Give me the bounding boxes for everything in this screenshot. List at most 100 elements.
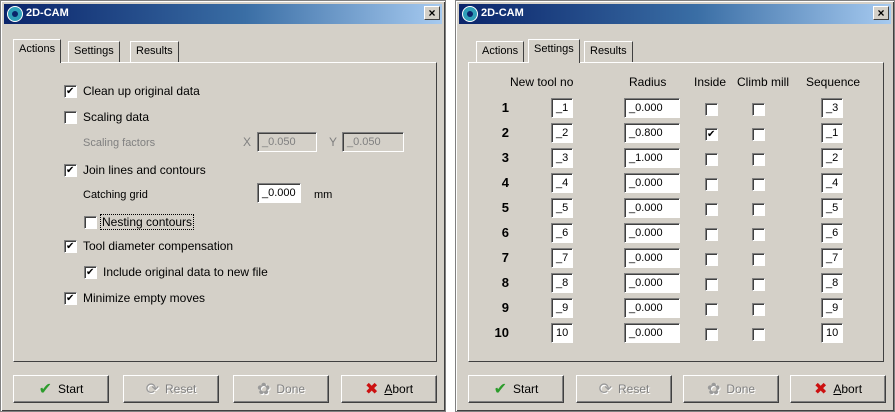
sequence-input[interactable]: _6 — [821, 223, 843, 243]
tool-no-input[interactable]: _7 — [551, 248, 573, 268]
sequence-input[interactable]: _5 — [821, 198, 843, 218]
sequence-input[interactable]: _4 — [821, 173, 843, 193]
climb-mill-checkbox[interactable] — [752, 303, 765, 316]
row-number: 9 — [501, 300, 509, 315]
radius-input[interactable]: _0.000 — [624, 198, 680, 218]
tool-no-input[interactable]: _3 — [551, 148, 573, 168]
header-new-tool-no: New tool no — [510, 75, 574, 89]
reset-button[interactable]: ⟳ Reset — [123, 375, 219, 403]
app-icon — [462, 6, 478, 22]
catching-grid-input[interactable]: _0.000 — [257, 183, 301, 203]
inside-checkbox[interactable] — [705, 228, 718, 241]
inside-checkbox[interactable] — [705, 328, 718, 341]
climb-mill-checkbox[interactable] — [752, 253, 765, 266]
clean-up-checkbox[interactable] — [64, 85, 77, 98]
tab-results[interactable]: Results — [584, 41, 633, 62]
abort-button[interactable]: ✖ Abort — [790, 375, 886, 403]
tool-comp-checkbox[interactable] — [64, 240, 77, 253]
inside-checkbox[interactable] — [705, 128, 718, 141]
radius-input[interactable]: _0.000 — [624, 223, 680, 243]
radius-input[interactable]: _0.000 — [624, 248, 680, 268]
start-button[interactable]: ✔ Start — [468, 375, 564, 403]
minimize-label: Minimize empty moves — [83, 291, 206, 305]
dialog-window-actions: 2D-CAM × Actions Settings Results Clean … — [0, 0, 446, 412]
minimize-checkbox[interactable] — [64, 292, 77, 305]
checkmark-icon: ✔ — [493, 380, 508, 398]
tool-no-input[interactable]: _4 — [551, 173, 573, 193]
sequence-input[interactable]: 10 — [821, 323, 843, 343]
sequence-input[interactable]: _7 — [821, 248, 843, 268]
radius-input[interactable]: _0.000 — [624, 323, 680, 343]
climb-mill-checkbox[interactable] — [752, 228, 765, 241]
title-bar[interactable]: 2D-CAM × — [459, 4, 891, 24]
scaling-checkbox[interactable] — [64, 111, 77, 124]
radius-input[interactable]: _1.000 — [624, 148, 680, 168]
radius-input[interactable]: _0.000 — [624, 98, 680, 118]
tab-settings[interactable]: Settings — [68, 41, 120, 62]
inside-checkbox[interactable] — [705, 278, 718, 291]
join-checkbox[interactable] — [64, 164, 77, 177]
inside-checkbox[interactable] — [705, 203, 718, 216]
done-icon: ✿ — [706, 380, 721, 398]
reset-icon: ⟳ — [145, 380, 160, 398]
tab-settings[interactable]: Settings — [528, 39, 580, 63]
close-button[interactable]: × — [873, 6, 889, 20]
inside-checkbox[interactable] — [705, 303, 718, 316]
inside-checkbox[interactable] — [705, 103, 718, 116]
tool-no-input[interactable]: 10 — [551, 323, 573, 343]
done-label: Done — [276, 382, 306, 396]
row-number: 7 — [501, 250, 509, 265]
done-button[interactable]: ✿ Done — [683, 375, 779, 403]
title-bar[interactable]: 2D-CAM × — [4, 4, 442, 24]
reset-icon: ⟳ — [598, 380, 613, 398]
nesting-label: Nesting contours — [100, 214, 195, 230]
tool-no-input[interactable]: _1 — [551, 98, 573, 118]
nesting-checkbox[interactable] — [84, 216, 97, 229]
row-number: 5 — [501, 200, 509, 215]
abort-button[interactable]: ✖ Abort — [341, 375, 437, 403]
radius-input[interactable]: _0.800 — [624, 123, 680, 143]
sequence-input[interactable]: _8 — [821, 273, 843, 293]
tool-no-input[interactable]: _5 — [551, 198, 573, 218]
inside-checkbox[interactable] — [705, 153, 718, 166]
radius-input[interactable]: _0.000 — [624, 273, 680, 293]
scale-x-input[interactable]: _0.050 — [257, 132, 317, 152]
climb-mill-checkbox[interactable] — [752, 328, 765, 341]
tab-results[interactable]: Results — [130, 41, 179, 62]
climb-mill-checkbox[interactable] — [752, 178, 765, 191]
row-number: 8 — [501, 275, 509, 290]
climb-mill-checkbox[interactable] — [752, 278, 765, 291]
scale-y-input[interactable]: _0.050 — [342, 132, 404, 152]
header-radius: Radius — [629, 75, 667, 89]
inside-checkbox[interactable] — [705, 178, 718, 191]
tool-no-input[interactable]: _6 — [551, 223, 573, 243]
sequence-input[interactable]: _1 — [821, 123, 843, 143]
tool-no-input[interactable]: _2 — [551, 123, 573, 143]
climb-mill-checkbox[interactable] — [752, 153, 765, 166]
unit-label: mm — [314, 189, 333, 201]
row-number: 6 — [501, 225, 509, 240]
reset-label: Reset — [165, 382, 197, 396]
climb-mill-checkbox[interactable] — [752, 203, 765, 216]
sequence-input[interactable]: _3 — [821, 98, 843, 118]
radius-input[interactable]: _0.000 — [624, 173, 680, 193]
radius-input[interactable]: _0.000 — [624, 298, 680, 318]
climb-mill-checkbox[interactable] — [752, 103, 765, 116]
close-button[interactable]: × — [424, 6, 440, 20]
abort-label: bort — [392, 382, 414, 396]
x-icon: ✖ — [813, 380, 828, 398]
start-button[interactable]: ✔ Start — [13, 375, 109, 403]
tab-actions[interactable]: Actions — [13, 39, 62, 63]
start-label: Start — [58, 382, 84, 396]
climb-mill-checkbox[interactable] — [752, 128, 765, 141]
sequence-input[interactable]: _2 — [821, 148, 843, 168]
checkmark-icon: ✔ — [38, 380, 53, 398]
done-button[interactable]: ✿ Done — [233, 375, 329, 403]
include-original-checkbox[interactable] — [84, 266, 97, 279]
inside-checkbox[interactable] — [705, 253, 718, 266]
tool-no-input[interactable]: _8 — [551, 273, 573, 293]
tool-no-input[interactable]: _9 — [551, 298, 573, 318]
reset-button[interactable]: ⟳ Reset — [576, 375, 672, 403]
sequence-input[interactable]: _9 — [821, 298, 843, 318]
tab-actions[interactable]: Actions — [476, 41, 525, 62]
